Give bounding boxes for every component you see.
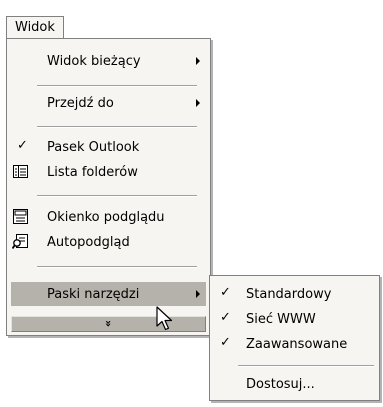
menu-separator — [37, 126, 197, 128]
menu-separator — [37, 266, 197, 268]
menu-item-label: Widok bieżący — [47, 53, 141, 69]
submenu-arrow-icon — [196, 290, 200, 298]
submenu-arrow-icon — [196, 57, 200, 65]
check-icon: ✓ — [17, 138, 28, 153]
submenu-item-advanced[interactable]: ✓ Zaawansowane — [214, 332, 375, 356]
submenu-arrow-icon — [196, 99, 200, 107]
submenu-item-label: Standardowy — [246, 286, 332, 302]
menu-item-autopreview[interactable]: Autopodgląd — [11, 230, 206, 254]
preview-pane-icon — [13, 209, 28, 224]
chevron-down-icon: » — [101, 319, 115, 328]
menu-item-outlook-bar[interactable]: ✓ Pasek Outlook — [11, 135, 206, 159]
menu-item-preview-pane[interactable]: Okienko podglądu — [11, 205, 206, 229]
check-icon: ✓ — [220, 310, 231, 325]
menubar-item-view[interactable]: Widok — [6, 16, 64, 39]
submenu-item-label: Zaawansowane — [246, 336, 348, 352]
menu-separator — [238, 365, 374, 367]
menu-item-current-view[interactable]: Widok bieżący — [11, 49, 206, 73]
menu-item-folder-list[interactable]: Lista folderów — [11, 160, 206, 184]
submenu-item-web[interactable]: ✓ Sieć WWW — [214, 307, 375, 331]
menu-item-label: Pasek Outlook — [47, 139, 140, 155]
submenu-item-standard[interactable]: ✓ Standardowy — [214, 282, 375, 306]
submenu-item-customize[interactable]: Dostosuj... — [214, 372, 375, 396]
check-icon: ✓ — [220, 285, 231, 300]
menu-item-label: Autopodgląd — [47, 234, 130, 250]
menu-separator — [37, 195, 197, 197]
menu-item-label: Paski narzędzi — [47, 286, 140, 302]
menu-item-label: Lista folderów — [47, 164, 138, 180]
menu-separator — [37, 85, 197, 87]
menubar-item-label: Widok — [15, 20, 55, 35]
autopreview-icon — [12, 234, 28, 249]
mouse-cursor-icon — [156, 306, 173, 331]
view-menu: Widok bieżący Przejdź do ✓ Pasek Outlook… — [6, 38, 211, 336]
toolbars-submenu: ✓ Standardowy ✓ Sieć WWW ✓ Zaawansowane … — [209, 275, 380, 401]
folder-list-icon — [13, 165, 28, 178]
submenu-item-label: Dostosuj... — [246, 376, 315, 392]
submenu-item-label: Sieć WWW — [246, 311, 316, 327]
menu-item-label: Przejdź do — [47, 95, 114, 111]
check-icon: ✓ — [220, 335, 231, 350]
menu-item-go-to[interactable]: Przejdź do — [11, 91, 206, 115]
menu-item-toolbars[interactable]: Paski narzędzi — [11, 282, 206, 306]
menu-item-label: Okienko podglądu — [47, 209, 165, 225]
